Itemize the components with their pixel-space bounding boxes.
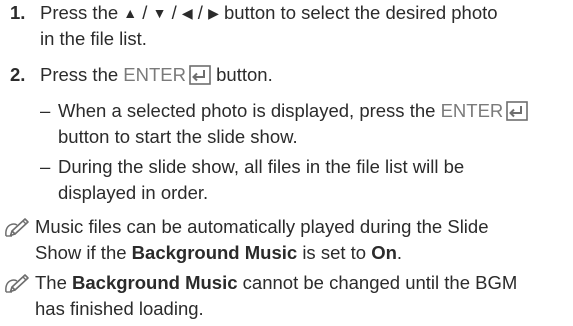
sub-item-text: When a selected photo is displayed, pres… [58, 98, 566, 150]
note-2: The Background Music cannot be changed u… [3, 270, 566, 322]
step-text-line2: in the file list. [40, 28, 147, 49]
enter-key-icon [506, 101, 529, 121]
note-pencil-icon [5, 218, 29, 237]
enter-key-label: ENTER [123, 64, 186, 85]
note-text: Music files can be automatically played … [35, 214, 566, 266]
down-arrow-icon: ▼ [152, 5, 167, 21]
step-number: 1. [10, 2, 26, 23]
step-text-after: button to select the desired photo [223, 2, 498, 23]
manual-page: 1. Press the ▲ / ▼ / ◀ / ▶ button to sel… [0, 0, 573, 326]
setting-value: On [371, 242, 397, 263]
sub-text-line2: button to start the slide show. [58, 126, 298, 147]
step-text-before: Press the [40, 2, 119, 23]
note-text-after: cannot be changed until the BGM [242, 272, 518, 293]
step-number: 2. [10, 64, 26, 85]
note-text: The Background Music cannot be changed u… [35, 270, 566, 322]
note-text-before: The [35, 272, 67, 293]
sub-item-1: – When a selected photo is displayed, pr… [40, 98, 566, 150]
sub-text-line1: When a selected photo is displayed, pres… [58, 100, 436, 121]
step-text-before: Press the [40, 64, 119, 85]
note-text-mid: is set to [302, 242, 367, 263]
note-text-before: Show if the [35, 242, 127, 263]
note-text-line2: has finished loading. [35, 298, 204, 319]
step-text-after: button. [216, 64, 273, 85]
separator: / [142, 2, 148, 23]
enter-key-label: ENTER [440, 100, 504, 121]
dash-bullet: – [40, 156, 51, 177]
dash-bullet: – [40, 100, 51, 121]
setting-name: Background Music [72, 272, 238, 293]
note-text-end: . [396, 242, 403, 263]
separator: / [171, 2, 177, 23]
sub-item-2: – During the slide show, all files in th… [40, 154, 566, 206]
right-arrow-icon: ▶ [208, 5, 219, 21]
note-pencil-icon [5, 274, 29, 293]
separator: / [197, 2, 203, 23]
step-1: 1. Press the ▲ / ▼ / ◀ / ▶ button to sel… [10, 0, 566, 52]
up-arrow-icon: ▲ [123, 5, 138, 21]
left-arrow-icon: ◀ [181, 5, 193, 21]
step-text: Press the ▲ / ▼ / ◀ / ▶ button to select… [40, 0, 566, 52]
note-text-line1: Music files can be automatically played … [35, 216, 489, 237]
note-1: Music files can be automatically played … [3, 214, 566, 266]
step-2: 2. Press the ENTER button. [10, 62, 566, 88]
enter-key-icon [189, 65, 211, 85]
step-text: Press the ENTER button. [40, 62, 566, 88]
setting-name: Background Music [131, 242, 298, 263]
sub-text-line2: displayed in order. [58, 182, 209, 203]
sub-text-line1: During the slide show, all files in the … [58, 156, 465, 177]
sub-item-text: During the slide show, all files in the … [58, 154, 566, 206]
